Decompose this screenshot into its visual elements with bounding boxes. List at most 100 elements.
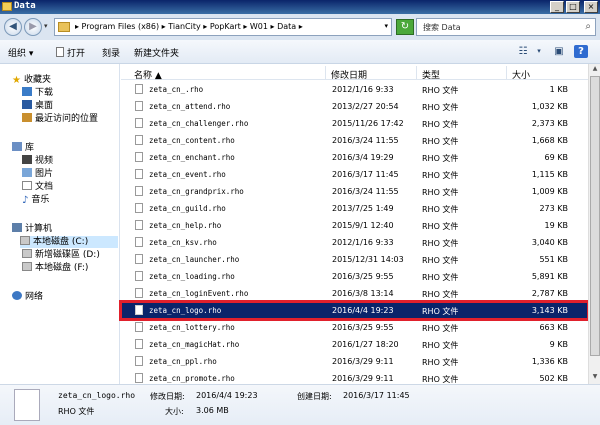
nav-documents[interactable]: 文档 xyxy=(22,181,53,193)
file-size: 1,336 KB xyxy=(531,357,568,366)
new-folder-button[interactable]: 新建文件夹 xyxy=(134,46,179,59)
organize-button[interactable]: 组织 ▾ xyxy=(8,46,33,59)
table-row[interactable]: zeta_cn_attend.rho 2013/2/27 20:54 RHO 文件 1… xyxy=(121,98,588,115)
help-icon[interactable]: ? xyxy=(574,45,588,58)
file-icon xyxy=(135,118,143,128)
file-name: zeta_cn_challenger.rho xyxy=(149,119,249,128)
file-icon xyxy=(135,271,143,281)
back-button[interactable]: ◀ xyxy=(4,18,22,36)
nav-computer[interactable]: 计算机 xyxy=(12,223,52,235)
file-icon xyxy=(135,254,143,264)
file-name: zeta_cn_magicHat.rho xyxy=(149,340,240,349)
file-date: 2016/3/24 11:55 xyxy=(332,136,399,145)
file-size: 1,668 KB xyxy=(531,136,568,145)
table-row[interactable]: zeta_cn_ppl.rho 2016/3/29 9:11 RHO 文件 1,336… xyxy=(121,353,588,370)
nav-pictures[interactable]: 图片 xyxy=(22,168,53,180)
column-divider[interactable] xyxy=(506,66,507,80)
scroll-thumb[interactable] xyxy=(590,76,600,356)
column-header-date[interactable]: 修改日期 xyxy=(331,68,367,81)
table-row[interactable]: zeta_cn_logo.rho 2016/4/4 19:23 RHO 文件 3,14… xyxy=(119,300,590,321)
table-row[interactable]: zeta_cn_.rho 2012/1/16 9:33 RHO 文件 1 KB xyxy=(121,81,588,98)
file-type: RHO 文件 xyxy=(422,324,459,333)
search-icon[interactable]: ⌕ xyxy=(585,21,591,32)
file-type: RHO 文件 xyxy=(422,358,459,367)
vertical-scrollbar[interactable]: ▲ ▼ xyxy=(588,64,600,384)
file-name: zeta_cn_loading.rho xyxy=(149,272,235,281)
column-header-name[interactable]: 名称 ▲ xyxy=(134,68,162,81)
file-type: RHO 文件 xyxy=(422,171,459,180)
close-button[interactable]: × xyxy=(584,1,598,13)
table-row[interactable]: zeta_cn_event.rho 2016/3/17 11:45 RHO 文件 1,… xyxy=(121,166,588,183)
scroll-up-arrow[interactable]: ▲ xyxy=(590,65,600,75)
nav-downloads[interactable]: 下载 xyxy=(22,87,53,99)
file-rows: zeta_cn_.rho 2012/1/16 9:33 RHO 文件 1 KB zeta… xyxy=(119,81,590,387)
file-icon xyxy=(135,220,143,230)
nav-disk-f[interactable]: 本地磁盘 (F:) xyxy=(22,262,88,274)
nav-label: 最近访问的位置 xyxy=(35,114,99,124)
network-icon xyxy=(12,291,22,300)
maximize-button[interactable]: □ xyxy=(566,1,580,13)
table-row[interactable]: zeta_cn_help.rho 2015/9/1 12:40 RHO 文件 19 K… xyxy=(121,217,588,234)
file-date: 2016/3/24 11:55 xyxy=(332,187,399,196)
file-type: RHO 文件 xyxy=(422,290,459,299)
file-date: 2016/3/17 11:45 xyxy=(332,170,399,179)
file-size: 663 KB xyxy=(539,323,568,332)
column-header-type[interactable]: 类型 xyxy=(422,68,440,81)
preview-pane-icon[interactable]: ▣ xyxy=(552,45,566,58)
chevron-down-icon[interactable]: ▾ xyxy=(532,45,546,58)
table-row[interactable]: zeta_cn_guild.rho 2013/7/25 1:49 RHO 文件 273… xyxy=(121,200,588,217)
file-date: 2016/1/27 18:20 xyxy=(332,340,399,349)
burn-button[interactable]: 刻录 xyxy=(102,46,120,59)
nav-recent-places[interactable]: 最近访问的位置 xyxy=(22,113,98,125)
address-bar[interactable]: ▸ Program Files (x86) ▸ TianCity ▸ PopKa… xyxy=(54,18,392,36)
refresh-button[interactable]: ↻ xyxy=(396,19,414,35)
open-button[interactable]: 打开 xyxy=(56,46,85,59)
details-size-value: 3.06 MB xyxy=(196,406,229,415)
file-type: RHO 文件 xyxy=(422,307,459,316)
table-row[interactable]: zeta_cn_enchant.rho 2016/3/4 19:29 RHO 文件 6… xyxy=(121,149,588,166)
column-divider[interactable] xyxy=(416,66,417,80)
table-row[interactable]: zeta_cn_ksv.rho 2012/1/16 9:33 RHO 文件 3,040… xyxy=(121,234,588,251)
window-title: Data xyxy=(14,1,36,11)
file-type: RHO 文件 xyxy=(422,188,459,197)
search-input[interactable]: 搜索 Data ⌕ xyxy=(416,18,596,36)
scroll-down-arrow[interactable]: ▼ xyxy=(590,373,600,383)
file-icon xyxy=(135,135,143,145)
file-size: 3,040 KB xyxy=(531,238,568,247)
computer-icon xyxy=(12,223,22,232)
folder-icon xyxy=(2,2,12,11)
chevron-down-icon[interactable]: ▾ xyxy=(384,22,388,30)
column-header-size[interactable]: 大小 xyxy=(512,68,530,81)
table-row[interactable]: zeta_cn_loginEvent.rho 2016/3/8 13:14 RHO … xyxy=(121,285,588,302)
file-date: 2016/3/8 13:14 xyxy=(332,289,394,298)
details-created-label: 创建日期: xyxy=(297,392,332,401)
table-row[interactable]: zeta_cn_magicHat.rho 2016/1/27 18:20 RHO 文… xyxy=(121,336,588,353)
nav-music[interactable]: ♪ 音乐 xyxy=(22,194,49,206)
file-date: 2012/1/16 9:33 xyxy=(332,85,394,94)
table-row[interactable]: zeta_cn_launcher.rho 2015/12/31 14:03 RHO … xyxy=(121,251,588,268)
file-date: 2015/12/31 14:03 xyxy=(332,255,404,264)
table-row[interactable]: zeta_cn_loading.rho 2016/3/25 9:55 RHO 文件 5… xyxy=(121,268,588,285)
file-name: zeta_cn_help.rho xyxy=(149,221,222,230)
nav-videos[interactable]: 视频 xyxy=(22,155,53,167)
file-name: zeta_cn_guild.rho xyxy=(149,204,226,213)
nav-favorites[interactable]: ★ 收藏夹 xyxy=(12,74,51,86)
nav-disk-c[interactable]: 本地磁盘 (C:) xyxy=(20,236,118,248)
minimize-button[interactable]: _ xyxy=(550,1,564,13)
nav-disk-d[interactable]: 新增磁碟區 (D:) xyxy=(22,249,100,261)
column-divider[interactable] xyxy=(325,66,326,80)
view-options-icon[interactable]: ☷ xyxy=(516,45,530,58)
nav-label: 计算机 xyxy=(25,224,53,234)
forward-button[interactable]: ▶ xyxy=(24,18,42,36)
table-row[interactable]: zeta_cn_lottery.rho 2016/3/25 9:55 RHO 文件 6… xyxy=(121,319,588,336)
table-row[interactable]: zeta_cn_grandprix.rho 2016/3/24 11:55 RHO … xyxy=(121,183,588,200)
table-row[interactable]: zeta_cn_content.rho 2016/3/24 11:55 RHO 文件… xyxy=(121,132,588,149)
document-icon xyxy=(56,47,64,57)
nav-desktop[interactable]: 桌面 xyxy=(22,100,53,112)
nav-network[interactable]: 网络 xyxy=(12,291,43,303)
recent-pages-dropdown[interactable]: ▾ xyxy=(44,22,48,30)
nav-libraries[interactable]: 库 xyxy=(12,142,34,154)
address-path[interactable]: ▸ Program Files (x86) ▸ TianCity ▸ PopKa… xyxy=(75,22,303,31)
table-row[interactable]: zeta_cn_challenger.rho 2015/11/26 17:42 RH… xyxy=(121,115,588,132)
document-icon xyxy=(22,181,32,190)
